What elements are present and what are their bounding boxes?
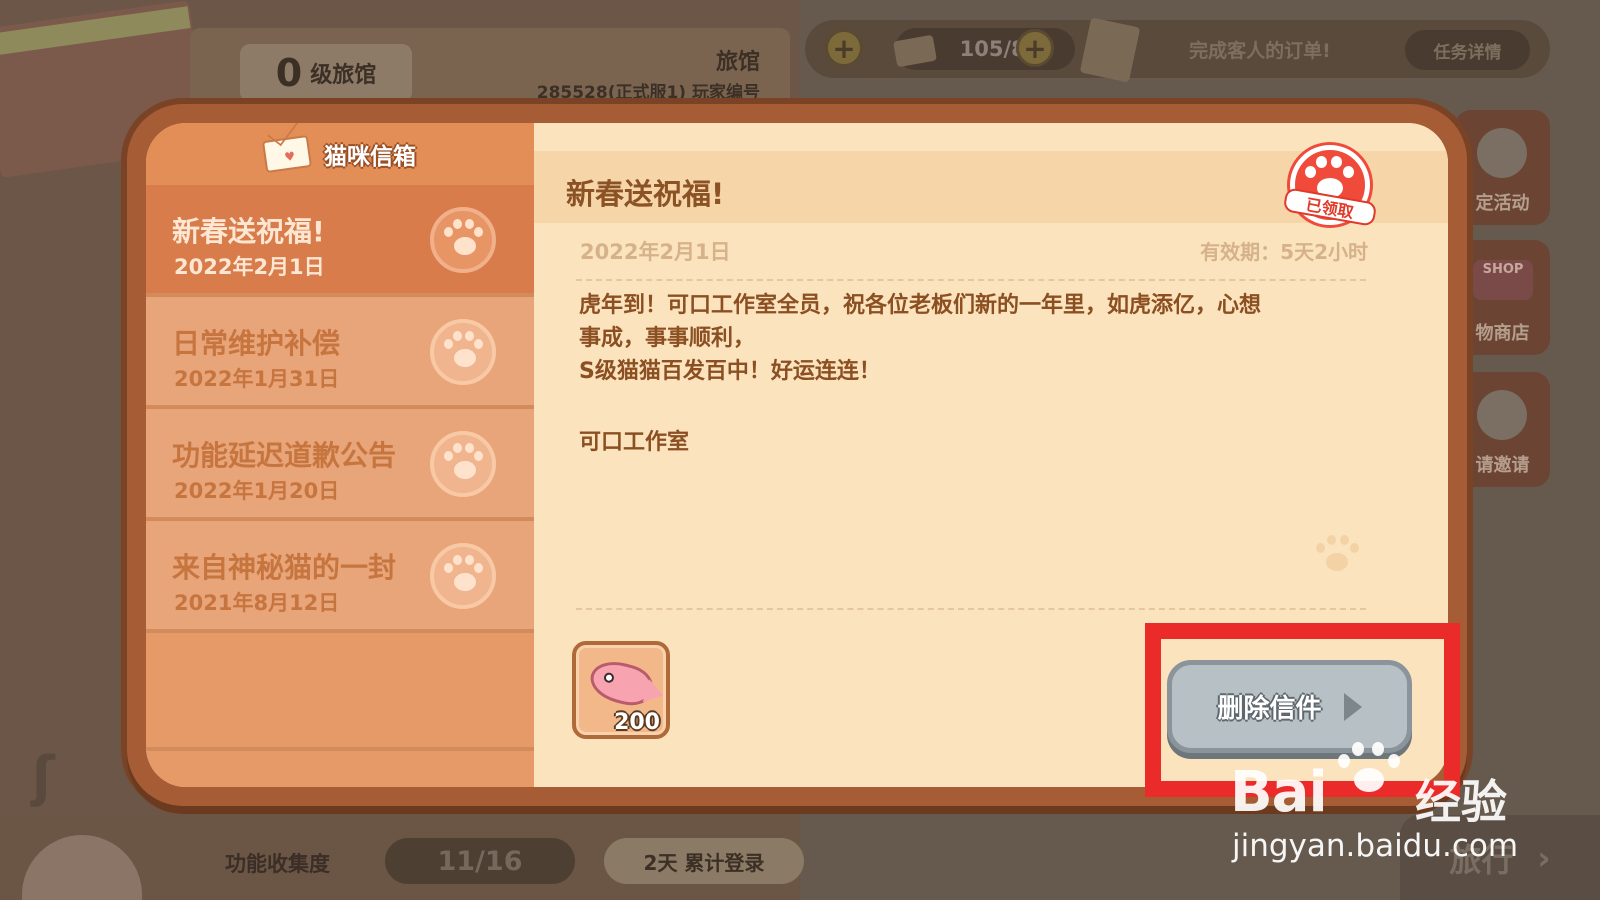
add-stamina-button[interactable]: + bbox=[1016, 29, 1054, 67]
watermark-brand-cn: 经验 bbox=[1415, 775, 1507, 829]
mail-body-line: S级猫猫百发百中！好运连连！ bbox=[579, 359, 881, 384]
divider bbox=[576, 608, 1366, 610]
collect-label: 功能收集度 bbox=[225, 852, 330, 876]
reward-item[interactable]: 200 bbox=[572, 641, 670, 739]
side-button-label: 定活动 bbox=[1475, 193, 1530, 214]
mail-list-item[interactable]: 新春送祝福! 2022年2月1日 bbox=[146, 185, 534, 297]
cat-invite-icon bbox=[1477, 390, 1527, 440]
mail-body-line: 虎年到！可口工作室全员，祝各位老板们新的一年里，如虎添亿，心想 bbox=[579, 293, 1262, 318]
delete-mail-label: 删除信件 bbox=[1217, 694, 1322, 724]
divider bbox=[576, 279, 1366, 281]
inn-title: 旅馆 bbox=[715, 50, 760, 75]
mail-list-item[interactable]: 功能延迟道歉公告 2022年1月20日 bbox=[146, 409, 534, 521]
login-days-badge: 2天 累计登录 bbox=[604, 838, 804, 884]
task-text: 完成客人的订单! bbox=[1189, 40, 1331, 62]
inn-level-number: 0 bbox=[275, 51, 303, 95]
task-detail-button[interactable]: 任务详情 bbox=[1405, 30, 1530, 70]
watermark-url: jingyan.baidu.com bbox=[1232, 828, 1519, 864]
mail-item-date: 2022年2月1日 bbox=[174, 255, 325, 279]
mail-item-title: 日常维护补偿 bbox=[172, 327, 341, 360]
paw-read-icon bbox=[430, 319, 496, 385]
collect-progress: 11/16 bbox=[385, 838, 575, 884]
paw-read-icon bbox=[430, 207, 496, 273]
balloon-icon bbox=[1477, 128, 1527, 178]
side-button-shop[interactable]: SHOP 物商店 bbox=[1455, 240, 1550, 355]
player-id: 285528(正式服1) 玩家编号 bbox=[536, 83, 760, 103]
reward-quantity: 200 bbox=[614, 710, 660, 735]
add-currency-button[interactable]: + bbox=[825, 29, 863, 67]
mailbox-header: ♥ 猫咪信箱 bbox=[146, 123, 534, 185]
mail-item-date: 2021年8月12日 bbox=[174, 591, 340, 615]
fish-icon bbox=[585, 655, 657, 711]
paw-read-icon bbox=[430, 543, 496, 609]
mail-sidebar: ♥ 猫咪信箱 新春送祝福! 2022年2月1日 日常维护补偿 2022年1月31… bbox=[146, 123, 534, 787]
inn-level-badge: 0 级旅馆 bbox=[240, 44, 412, 102]
baidu-watermark: Bai 经验 jingyan.baidu.com bbox=[1230, 742, 1580, 880]
mail-item-title: 功能延迟道歉公告 bbox=[172, 439, 397, 472]
mail-detail-date: 2022年2月1日 bbox=[580, 240, 731, 264]
sidebar-footer bbox=[146, 747, 534, 787]
baidu-paw-icon bbox=[1330, 740, 1410, 800]
mail-body-line: 事成，事事顺利， bbox=[579, 326, 756, 351]
mail-body: 虎年到！可口工作室全员，祝各位老板们新的一年里，如虎添亿，心想 事成，事事顺利，… bbox=[579, 289, 1379, 388]
mail-detail-title: 新春送祝福! bbox=[566, 177, 725, 211]
mail-list-item[interactable]: 日常维护补偿 2022年1月31日 bbox=[146, 297, 534, 409]
side-button-invite[interactable]: 请邀请 bbox=[1455, 372, 1550, 487]
mail-list-item[interactable]: 来自神秘猫的一封 2021年8月12日 bbox=[146, 521, 534, 633]
mail-list: 新春送祝福! 2022年2月1日 日常维护补偿 2022年1月31日 功能延迟道… bbox=[146, 185, 534, 633]
mail-item-date: 2022年1月31日 bbox=[174, 367, 340, 391]
cat-tail-icon: ʃ bbox=[32, 745, 55, 808]
side-button-label: 物商店 bbox=[1475, 323, 1530, 344]
inn-level-label: 级旅馆 bbox=[310, 63, 377, 88]
paw-decoration-icon bbox=[1314, 535, 1362, 579]
mail-item-date: 2022年1月20日 bbox=[174, 479, 340, 503]
mail-item-title: 来自神秘猫的一封 bbox=[172, 551, 397, 584]
shop-icon: SHOP bbox=[1473, 260, 1533, 300]
mail-signature: 可口工作室 bbox=[579, 430, 690, 455]
paw-read-icon bbox=[430, 431, 496, 497]
side-button-event[interactable]: 定活动 bbox=[1455, 110, 1550, 225]
arrow-right-icon bbox=[1343, 692, 1362, 721]
envelope-icon: ♥ bbox=[261, 134, 313, 174]
mail-item-title: 新春送祝福! bbox=[172, 215, 325, 248]
side-button-label: 请邀请 bbox=[1475, 455, 1530, 476]
watermark-brand: Bai bbox=[1230, 760, 1328, 825]
mailbox-title: 猫咪信箱 bbox=[324, 144, 416, 170]
mail-validity: 有效期：5天2小时 bbox=[1200, 240, 1368, 264]
